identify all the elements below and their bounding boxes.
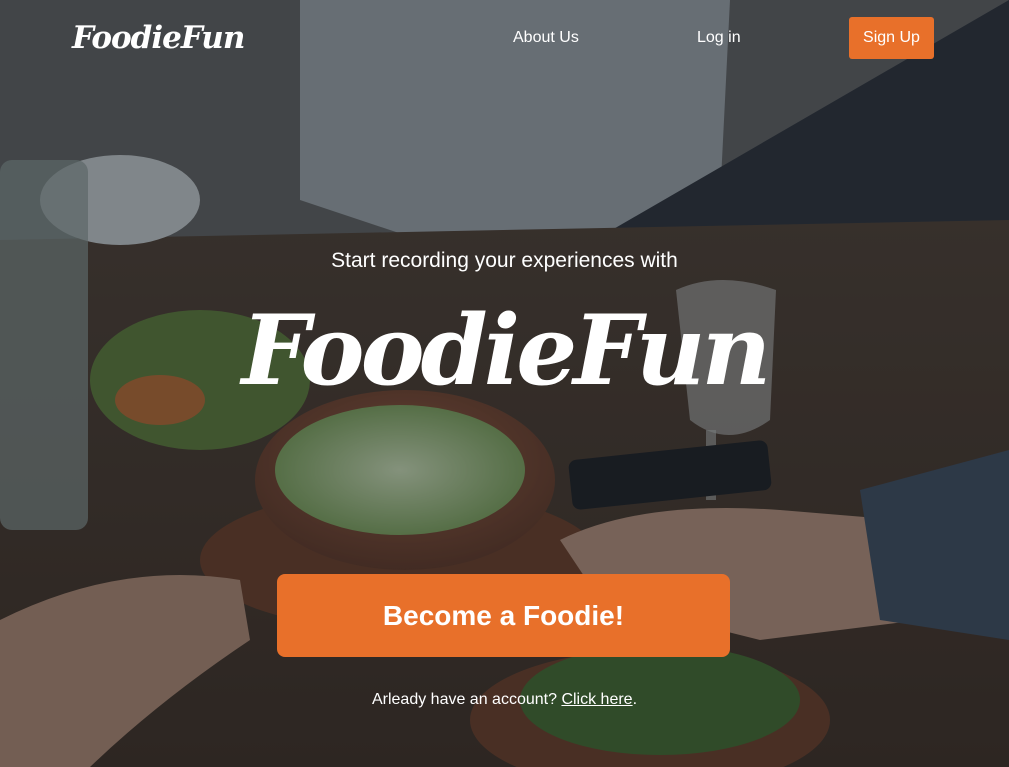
- click-here-link[interactable]: Click here: [561, 691, 632, 708]
- login-prompt-suffix: .: [632, 691, 638, 708]
- nav-login-link[interactable]: Log in: [697, 28, 741, 48]
- landing-page: FoodieFun About Us Log in Sign Up Start …: [0, 0, 1009, 767]
- signup-button[interactable]: Sign Up: [849, 17, 934, 59]
- top-navbar: FoodieFun About Us Log in Sign Up: [0, 0, 1009, 76]
- login-prompt: Arleady have an account? Click here.: [0, 690, 1009, 710]
- login-prompt-text: Arleady have an account?: [371, 691, 562, 708]
- nav-about-link[interactable]: About Us: [513, 28, 579, 48]
- brand-logo[interactable]: FoodieFun: [72, 16, 245, 60]
- hero-logo: FoodieFun: [241, 294, 772, 407]
- hero-tagline: Start recording your experiences with: [331, 249, 678, 272]
- become-a-foodie-button[interactable]: Become a Foodie!: [277, 574, 730, 657]
